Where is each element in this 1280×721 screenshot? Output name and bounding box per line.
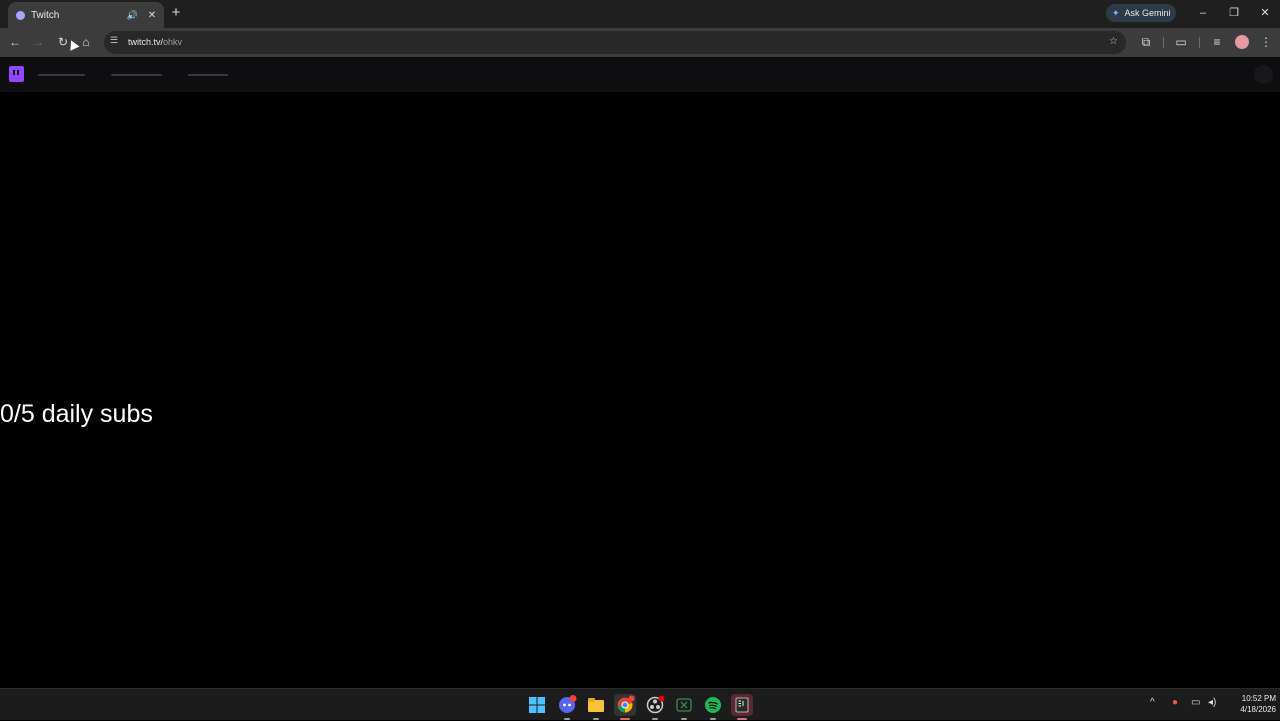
spotify-icon[interactable] bbox=[702, 694, 724, 720]
restore-button[interactable]: ❐ bbox=[1224, 4, 1244, 22]
microphone-icon[interactable]: ● bbox=[1172, 697, 1178, 708]
close-window-button[interactable]: ✕ bbox=[1255, 4, 1275, 22]
ask-gemini-label: Ask Gemini bbox=[1124, 8, 1171, 18]
ask-gemini-button[interactable]: ✦ Ask Gemini bbox=[1106, 4, 1176, 22]
url-host: twitch.tv/ bbox=[128, 37, 164, 47]
tab-close-icon[interactable]: ✕ bbox=[146, 10, 158, 21]
chrome-icon[interactable] bbox=[614, 694, 636, 720]
url-text[interactable]: twitch.tv/ohkv bbox=[128, 37, 182, 47]
windows-start-icon[interactable] bbox=[526, 694, 548, 716]
tab-twitch[interactable]: Twitch 🔊 ✕ bbox=[8, 2, 164, 28]
bookmark-star-icon[interactable]: ☆ bbox=[1109, 36, 1118, 47]
nav-skeleton-item bbox=[38, 74, 85, 76]
browser-tabstrip: Twitch 🔊 ✕ + ✦ Ask Gemini – ❐ ✕ bbox=[0, 0, 1280, 28]
back-button[interactable]: ← bbox=[7, 34, 23, 50]
gemini-spark-icon: ✦ bbox=[1112, 7, 1120, 18]
cast-icon[interactable]: ▭ bbox=[1173, 34, 1189, 50]
address-bar[interactable]: ☰ twitch.tv/ohkv ☆ bbox=[104, 31, 1126, 54]
tab-title: Twitch bbox=[31, 9, 60, 21]
site-info-icon[interactable]: ☰ bbox=[110, 35, 118, 46]
daily-subs-counter: 0/5 daily subs bbox=[0, 400, 153, 428]
twitch-favicon-icon bbox=[16, 10, 25, 20]
obs-icon[interactable] bbox=[644, 694, 666, 720]
extensions-icon[interactable]: ⧉ bbox=[1138, 34, 1154, 50]
discord-icon[interactable] bbox=[556, 694, 578, 720]
clock-date: 4/18/2026 bbox=[1240, 705, 1276, 714]
browser-menu-icon[interactable]: ⋮ bbox=[1258, 34, 1274, 50]
profile-avatar[interactable] bbox=[1235, 35, 1249, 49]
new-tab-button[interactable]: + bbox=[169, 5, 183, 21]
tray-overflow-chevron-icon[interactable]: ^ bbox=[1150, 697, 1155, 708]
clock-time: 10:52 PM bbox=[1241, 694, 1276, 703]
toolbar-divider bbox=[1199, 37, 1200, 48]
browser-toolbar: ← → ↻ ⌂ ☰ twitch.tv/ohkv ☆ ⧉ ▭ ≡ ⋮ bbox=[0, 28, 1280, 57]
nav-skeleton-item bbox=[188, 74, 228, 76]
epic-games-icon[interactable] bbox=[731, 694, 753, 720]
minimize-button[interactable]: – bbox=[1193, 4, 1213, 22]
media-control-icon[interactable]: ≡ bbox=[1209, 34, 1225, 50]
network-icon[interactable]: ▭ bbox=[1191, 697, 1200, 708]
system-clock[interactable]: 10:52 PM 4/18/2026 bbox=[1224, 693, 1276, 715]
volume-icon[interactable]: ◂) bbox=[1208, 697, 1216, 708]
windows-taskbar: ^ ● ▭ ◂) 10:52 PM 4/18/2026 bbox=[0, 688, 1280, 720]
url-path: ohkv bbox=[163, 37, 183, 47]
user-avatar-placeholder bbox=[1254, 65, 1273, 84]
twitch-top-nav bbox=[0, 57, 1280, 92]
nav-skeleton-item bbox=[111, 74, 162, 76]
forward-button[interactable]: → bbox=[30, 34, 46, 50]
speaker-icon[interactable]: 🔊 bbox=[127, 10, 138, 21]
home-button[interactable]: ⌂ bbox=[78, 34, 94, 50]
file-explorer-icon[interactable] bbox=[585, 694, 607, 720]
twitch-logo-icon[interactable] bbox=[9, 66, 24, 82]
toolbar-divider bbox=[1163, 37, 1164, 48]
xbox-icon[interactable] bbox=[673, 694, 695, 720]
